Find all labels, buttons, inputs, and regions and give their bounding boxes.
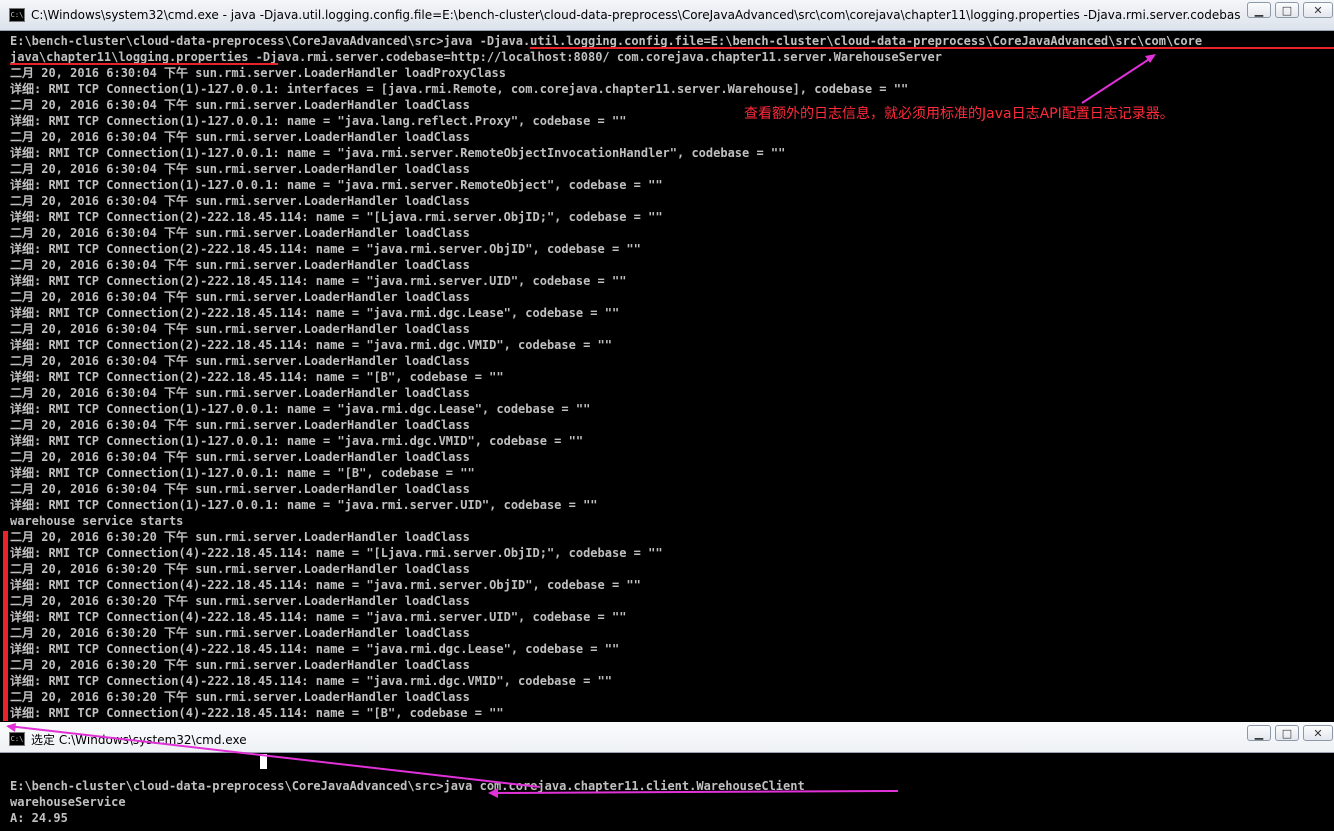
text-cursor (260, 754, 267, 769)
console-line: 详细: RMI TCP Connection(2)-222.18.45.114:… (10, 210, 663, 224)
console-line: 详细: RMI TCP Connection(4)-222.18.45.114:… (10, 674, 612, 688)
console-line: 详细: RMI TCP Connection(1)-127.0.0.1: nam… (10, 402, 591, 416)
console-line: 二月 20, 2016 6:30:04 下午 sun.rmi.server.Lo… (10, 290, 470, 304)
window-title: C:\Windows\system32\cmd.exe - java -Djav… (31, 8, 1241, 22)
console-line: A: 24.95 (10, 811, 68, 825)
console-line: 详细: RMI TCP Connection(1)-127.0.0.1: nam… (10, 466, 475, 480)
console-line: 详细: RMI TCP Connection(1)-127.0.0.1: nam… (10, 146, 786, 160)
client-console-window: C:\ 选定 C:\Windows\system32\cmd.exe ▁ □ ✕… (0, 722, 1334, 831)
console-line: warehouse service starts (10, 514, 184, 528)
server-console-window: C:\ C:\Windows\system32\cmd.exe - java -… (0, 0, 1334, 722)
console-line: 二月 20, 2016 6:30:04 下午 sun.rmi.server.Lo… (10, 418, 470, 432)
console-line: 二月 20, 2016 6:30:04 下午 sun.rmi.server.Lo… (10, 450, 470, 464)
window-title: 选定 C:\Windows\system32\cmd.exe (31, 733, 247, 747)
close-button[interactable]: ✕ (1303, 725, 1333, 741)
console-line: 详细: RMI TCP Connection(2)-222.18.45.114:… (10, 242, 641, 256)
console-line: 详细: RMI TCP Connection(1)-127.0.0.1: nam… (10, 178, 663, 192)
console-line: warehouseService (10, 795, 126, 809)
cmd-icon: C:\ (9, 8, 25, 22)
console-line: 详细: RMI TCP Connection(1)-127.0.0.1: nam… (10, 498, 598, 512)
console-line: 二月 20, 2016 6:30:04 下午 sun.rmi.server.Lo… (10, 162, 470, 176)
console-line: 详细: RMI TCP Connection(4)-222.18.45.114:… (10, 642, 620, 656)
console-line: 二月 20, 2016 6:30:04 下午 sun.rmi.server.Lo… (10, 258, 470, 272)
client-console-titlebar[interactable]: C:\ 选定 C:\Windows\system32\cmd.exe ▁ □ ✕ (0, 722, 1334, 753)
console-line: 详细: RMI TCP Connection(1)-127.0.0.1: nam… (10, 434, 584, 448)
console-line: 二月 20, 2016 6:30:20 下午 sun.rmi.server.Lo… (10, 690, 470, 704)
console-line: 二月 20, 2016 6:30:04 下午 sun.rmi.server.Lo… (10, 194, 470, 208)
annotation-note: 查看额外的日志信息，就必须用标准的Java日志API配置日志记录器。 (744, 106, 1174, 122)
console-line: 详细: RMI TCP Connection(4)-222.18.45.114:… (10, 610, 627, 624)
console-line: 详细: RMI TCP Connection(1)-127.0.0.1: int… (10, 82, 909, 96)
console-line: 二月 20, 2016 6:30:04 下午 sun.rmi.server.Lo… (10, 226, 470, 240)
minimize-button[interactable]: ▁ (1247, 2, 1271, 18)
highlight-underline (10, 63, 278, 65)
console-line: E:\bench-cluster\cloud-data-preprocess\C… (10, 779, 805, 793)
console-line: 二月 20, 2016 6:30:20 下午 sun.rmi.server.Lo… (10, 562, 470, 576)
cmd-icon: C:\ (9, 732, 25, 746)
highlight-underline (530, 47, 1334, 49)
console-line: 详细: RMI TCP Connection(4)-222.18.45.114:… (10, 546, 663, 560)
console-line: 二月 20, 2016 6:30:20 下午 sun.rmi.server.Lo… (10, 658, 470, 672)
console-line: 二月 20, 2016 6:30:04 下午 sun.rmi.server.Lo… (10, 322, 470, 336)
close-button[interactable]: ✕ (1303, 2, 1333, 18)
console-line: 详细: RMI TCP Connection(2)-222.18.45.114:… (10, 306, 620, 320)
console-line: 二月 20, 2016 6:30:20 下午 sun.rmi.server.Lo… (10, 594, 470, 608)
console-line: 二月 20, 2016 6:30:04 下午 sun.rmi.server.Lo… (10, 66, 506, 80)
console-line: 二月 20, 2016 6:30:04 下午 sun.rmi.server.Lo… (10, 386, 470, 400)
console-line: 二月 20, 2016 6:30:20 下午 sun.rmi.server.Lo… (10, 530, 470, 544)
console-line: 二月 20, 2016 6:30:04 下午 sun.rmi.server.Lo… (10, 354, 470, 368)
console-line: 二月 20, 2016 6:30:04 下午 sun.rmi.server.Lo… (10, 482, 470, 496)
client-console-output[interactable]: E:\bench-cluster\cloud-data-preprocess\C… (10, 762, 1334, 826)
console-line: 详细: RMI TCP Connection(4)-222.18.45.114:… (10, 706, 504, 720)
minimize-button[interactable]: ▁ (1247, 725, 1271, 741)
maximize-button[interactable]: □ (1275, 725, 1299, 741)
server-console-titlebar[interactable]: C:\ C:\Windows\system32\cmd.exe - java -… (0, 0, 1334, 31)
console-line: 详细: RMI TCP Connection(2)-222.18.45.114:… (10, 370, 504, 384)
console-line: 详细: RMI TCP Connection(4)-222.18.45.114:… (10, 578, 641, 592)
maximize-button[interactable]: □ (1275, 2, 1299, 18)
console-line: 二月 20, 2016 6:30:04 下午 sun.rmi.server.Lo… (10, 130, 470, 144)
console-line: 二月 20, 2016 6:30:20 下午 sun.rmi.server.Lo… (10, 626, 470, 640)
server-console-output[interactable]: E:\bench-cluster\cloud-data-preprocess\C… (10, 33, 1334, 721)
console-line: 详细: RMI TCP Connection(2)-222.18.45.114:… (10, 274, 627, 288)
console-line: 详细: RMI TCP Connection(2)-222.18.45.114:… (10, 338, 612, 352)
